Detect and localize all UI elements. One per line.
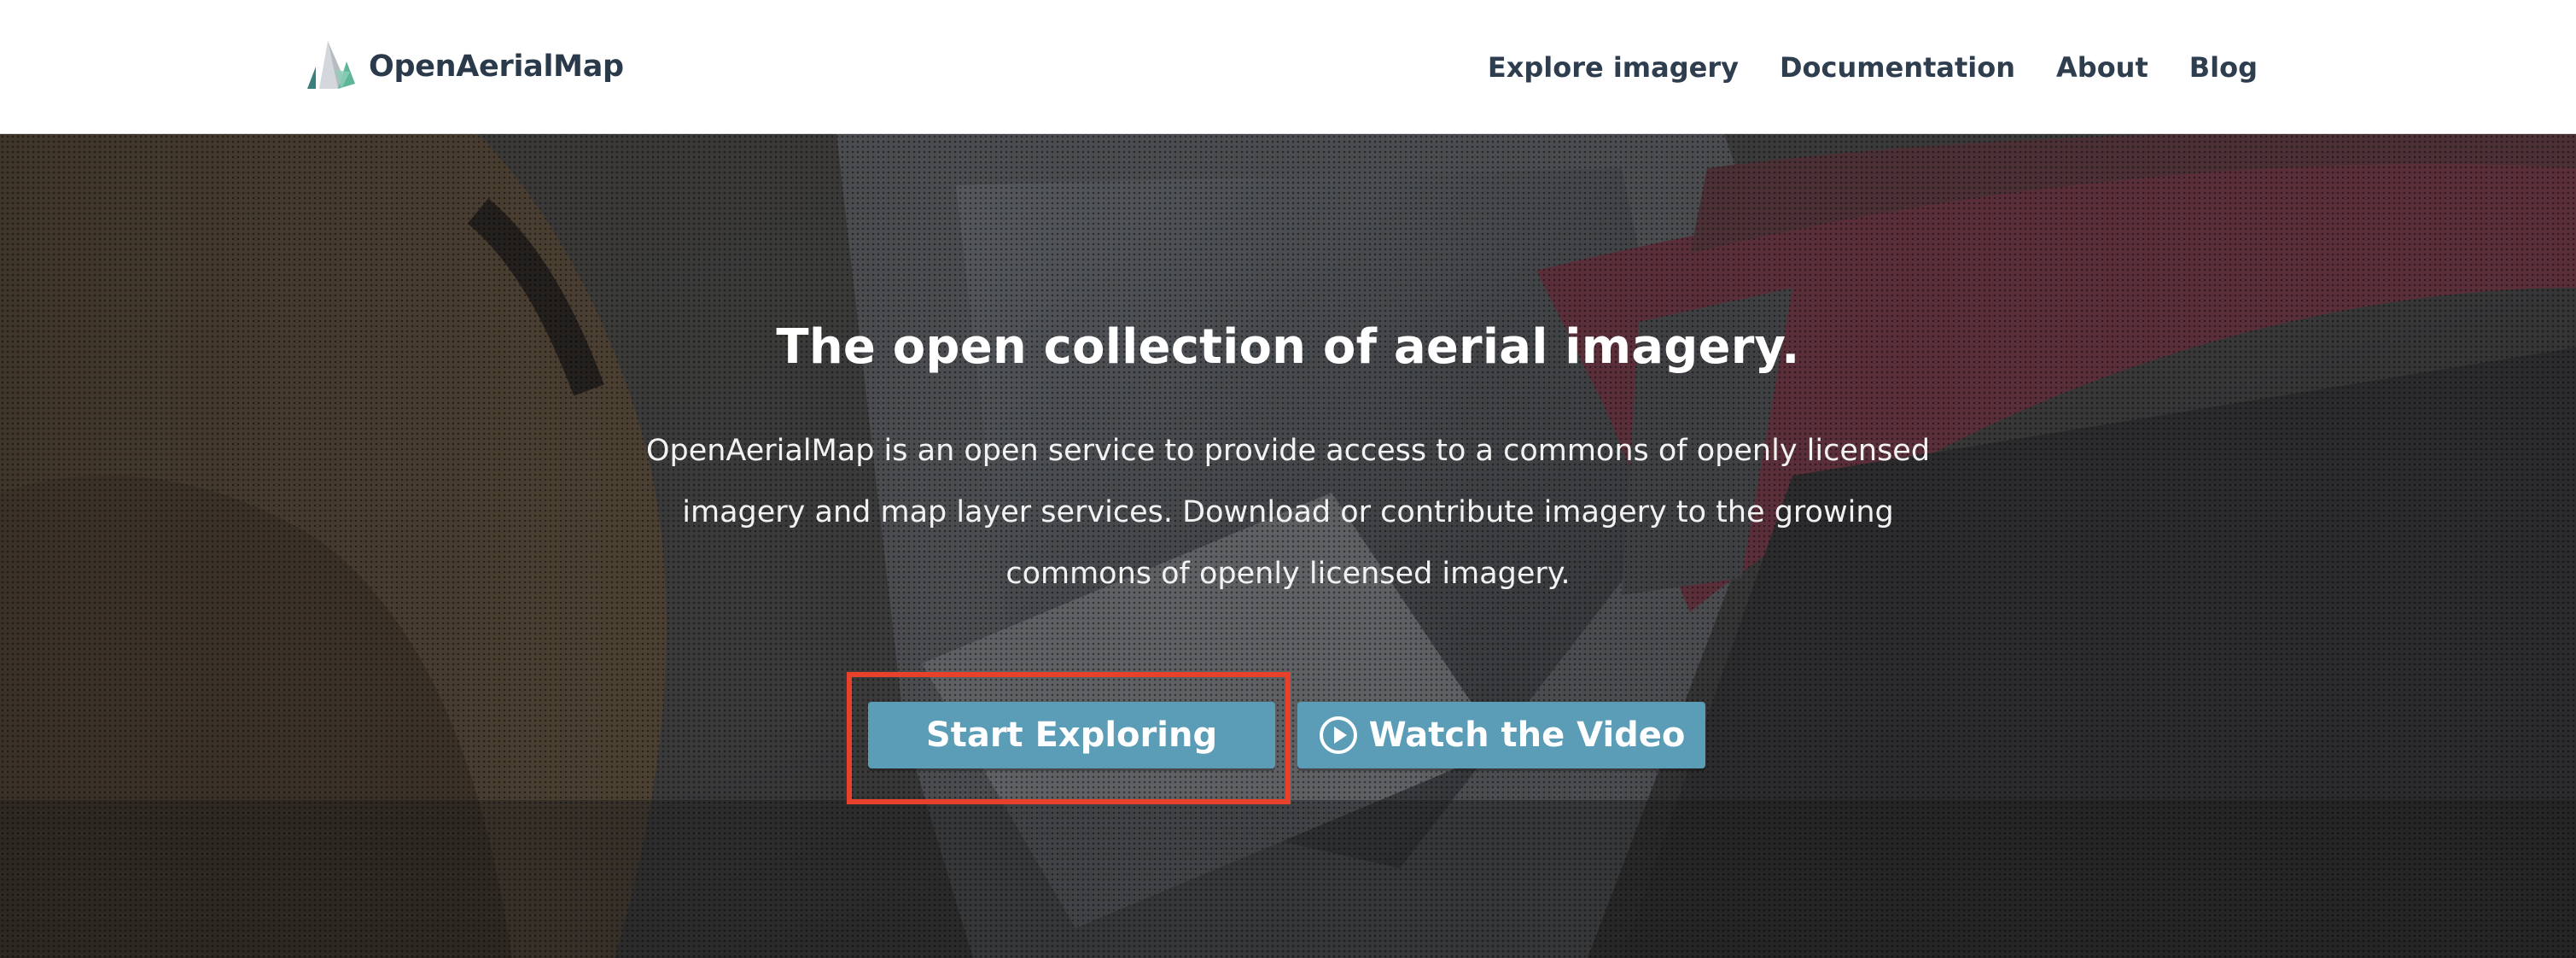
site-header: OpenAerialMap Explore imagery Documentat… bbox=[0, 0, 2576, 134]
nav-documentation[interactable]: Documentation bbox=[1780, 51, 2015, 84]
nav-explore-imagery[interactable]: Explore imagery bbox=[1488, 51, 1739, 84]
hero-title: The open collection of aerial imagery. bbox=[776, 319, 1800, 375]
main-nav: Explore imagery Documentation About Blog bbox=[1488, 0, 2258, 134]
cta-row: Start Exploring Watch the Video bbox=[0, 702, 2576, 770]
hero-description: OpenAerialMap is an open service to prov… bbox=[645, 434, 1931, 591]
nav-blog[interactable]: Blog bbox=[2189, 51, 2258, 84]
nav-about[interactable]: About bbox=[2056, 51, 2148, 84]
watch-video-label: Watch the Video bbox=[1368, 716, 1686, 755]
play-circle-icon bbox=[1319, 716, 1357, 754]
brand-link[interactable]: OpenAerialMap bbox=[300, 34, 624, 99]
start-exploring-label: Start Exploring bbox=[925, 716, 1218, 755]
hero-section: The open collection of aerial imagery. O… bbox=[0, 134, 2576, 958]
brand-name: OpenAerialMap bbox=[369, 50, 624, 84]
watch-video-button[interactable]: Watch the Video bbox=[1297, 702, 1705, 768]
openaerialmap-logo-icon bbox=[307, 41, 355, 89]
start-exploring-button[interactable]: Start Exploring bbox=[868, 702, 1275, 768]
